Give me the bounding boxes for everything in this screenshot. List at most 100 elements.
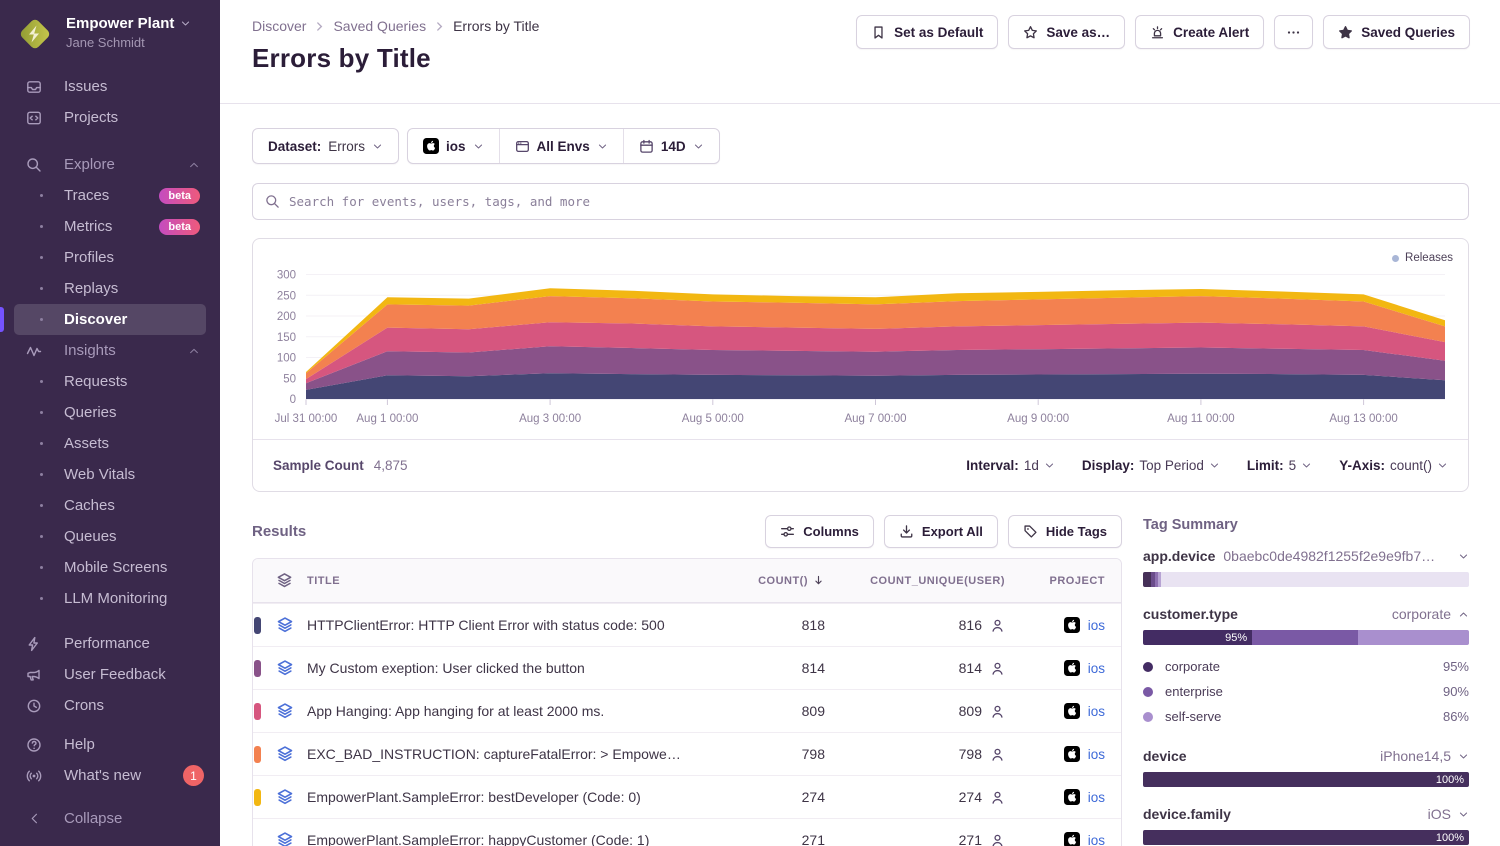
project-filter[interactable]: ios	[408, 129, 499, 163]
search-input[interactable]	[289, 194, 1456, 209]
hide-tags-button[interactable]: Hide Tags	[1008, 515, 1122, 548]
window-icon	[515, 139, 530, 154]
count-cell: 271	[705, 832, 825, 846]
sidebar-item-explore[interactable]: Explore	[14, 149, 206, 180]
limit-dropdown[interactable]: Limit:5	[1247, 458, 1312, 473]
sample-count-label: Sample Count	[273, 458, 364, 473]
sidebar-item-user-feedback[interactable]: User Feedback	[14, 659, 206, 690]
project-link[interactable]: ios	[1088, 790, 1105, 805]
error-title-link[interactable]: HTTPClientError: HTTP Client Error with …	[307, 617, 705, 633]
person-icon	[990, 618, 1005, 633]
apple-icon	[1064, 832, 1080, 846]
apple-icon	[1064, 789, 1080, 805]
environment-filter[interactable]: All Envs	[499, 129, 623, 163]
column-header-count[interactable]: COUNT()	[705, 574, 825, 587]
set-as-default-button[interactable]: Set as Default	[856, 15, 998, 49]
sidebar-item-insights[interactable]: Insights	[14, 335, 206, 366]
svg-text:Jul 31 00:00: Jul 31 00:00	[275, 413, 338, 425]
table-row[interactable]: EmpowerPlant.SampleError: bestDeveloper …	[253, 775, 1121, 818]
search-bar[interactable]	[252, 183, 1469, 220]
tag-section-toggle[interactable]: app.device 0baebc0de4982f1255f2e9e9fb7…	[1143, 548, 1469, 564]
tag-section-toggle[interactable]: customer.type corporate	[1143, 606, 1469, 622]
sidebar-item-crons[interactable]: Crons	[14, 690, 206, 721]
saved-queries-button[interactable]: Saved Queries	[1323, 15, 1470, 49]
sidebar-item-assets[interactable]: Assets	[14, 428, 206, 459]
error-title-link[interactable]: EmpowerPlant.SampleError: bestDeveloper …	[307, 789, 705, 805]
button-label: Saved Queries	[1361, 25, 1455, 40]
dataset-selector[interactable]: Dataset: Errors	[252, 128, 399, 164]
sidebar-item-llm-monitoring[interactable]: LLM Monitoring	[14, 583, 206, 614]
chart-legend-releases[interactable]: Releases	[1392, 252, 1453, 264]
sidebar-item-profiles[interactable]: Profiles	[14, 242, 206, 273]
sidebar-item-discover[interactable]: Discover	[14, 304, 206, 335]
column-header-project[interactable]: PROJECT	[1005, 575, 1105, 587]
error-title-link[interactable]: My Custom exeption: User clicked the but…	[307, 660, 705, 676]
date-range-filter[interactable]: 14D	[623, 129, 719, 163]
table-row[interactable]: EXC_BAD_INSTRUCTION: captureFatalError: …	[253, 732, 1121, 775]
sidebar-item-traces[interactable]: Tracesbeta	[14, 180, 206, 211]
sidebar-item-issues[interactable]: Issues	[14, 71, 206, 102]
org-switcher[interactable]: Empower Plant Jane Schmidt	[0, 0, 220, 63]
series-color-chip	[254, 703, 261, 720]
columns-button[interactable]: Columns	[765, 515, 874, 548]
svg-text:250: 250	[277, 290, 296, 302]
performance-icon	[26, 636, 42, 652]
display-dropdown[interactable]: Display:Top Period	[1082, 458, 1220, 473]
error-title-link[interactable]: EXC_BAD_INSTRUCTION: captureFatalError: …	[307, 746, 705, 762]
error-title-link[interactable]: EmpowerPlant.SampleError: happyCustomer …	[307, 832, 705, 846]
project-link[interactable]: ios	[1088, 618, 1105, 633]
chevron-down-icon	[1044, 460, 1055, 471]
export-all-button[interactable]: Export All	[884, 515, 998, 548]
breadcrumb-discover[interactable]: Discover	[252, 18, 306, 34]
table-row[interactable]: EmpowerPlant.SampleError: happyCustomer …	[253, 818, 1121, 846]
control-label: Y-Axis:	[1339, 458, 1385, 473]
more-options-button[interactable]	[1274, 15, 1313, 49]
sidebar-item-metrics[interactable]: Metricsbeta	[14, 211, 206, 242]
sidebar-item-help[interactable]: Help	[14, 729, 206, 760]
sidebar-item-queues[interactable]: Queues	[14, 521, 206, 552]
chevron-left-icon	[28, 812, 41, 825]
table-row[interactable]: HTTPClientError: HTTP Client Error with …	[253, 603, 1121, 646]
y-axis-dropdown[interactable]: Y-Axis:count()	[1339, 458, 1448, 473]
calendar-icon	[639, 139, 654, 154]
sidebar-item-caches[interactable]: Caches	[14, 490, 206, 521]
svg-text:50: 50	[283, 373, 296, 385]
tag-section-customer-type: customer.type corporate 95%corporate95%e…	[1143, 606, 1469, 729]
tag-section-toggle[interactable]: device iPhone14,5	[1143, 748, 1469, 764]
sidebar-item-web-vitals[interactable]: Web Vitals	[14, 459, 206, 490]
error-title-link[interactable]: App Hanging: App hanging for at least 20…	[307, 703, 705, 719]
sidebar-item-what-s-new[interactable]: What's new1	[14, 760, 206, 791]
breadcrumb-saved-queries[interactable]: Saved Queries	[333, 18, 426, 34]
save-as-button[interactable]: Save as…	[1008, 15, 1125, 49]
control-value: 5	[1289, 458, 1297, 473]
button-label: Hide Tags	[1046, 524, 1107, 539]
create-alert-button[interactable]: Create Alert	[1135, 15, 1264, 49]
project-link[interactable]: ios	[1088, 661, 1105, 676]
insights-icon	[26, 343, 42, 359]
count-unique-cell: 809	[825, 703, 1005, 719]
column-header-title[interactable]: TITLE	[307, 575, 705, 587]
control-label: Interval:	[966, 458, 1019, 473]
tag-legend-item[interactable]: self-serve86%	[1143, 704, 1469, 729]
sidebar-item-requests[interactable]: Requests	[14, 366, 206, 397]
chevron-up-icon	[188, 345, 200, 357]
sidebar-item-replays[interactable]: Replays	[14, 273, 206, 304]
tag-section-toggle[interactable]: device.family iOS	[1143, 806, 1469, 822]
tag-legend-item[interactable]: enterprise90%	[1143, 679, 1469, 704]
sidebar-item-projects[interactable]: Projects	[14, 102, 206, 133]
project-link[interactable]: ios	[1088, 833, 1105, 846]
column-header-count-unique[interactable]: COUNT_UNIQUE(USER)	[825, 575, 1005, 587]
tag-legend-item[interactable]: corporate95%	[1143, 654, 1469, 679]
whats-new-icon	[26, 768, 42, 784]
sidebar-item-queries[interactable]: Queries	[14, 397, 206, 428]
table-row[interactable]: My Custom exeption: User clicked the but…	[253, 646, 1121, 689]
interval-dropdown[interactable]: Interval:1d	[966, 458, 1055, 473]
sidebar-collapse-button[interactable]: Collapse	[0, 803, 220, 834]
sidebar-item-mobile-screens[interactable]: Mobile Screens	[14, 552, 206, 583]
project-link[interactable]: ios	[1088, 704, 1105, 719]
count-cell: 798	[705, 746, 825, 762]
table-row[interactable]: App Hanging: App hanging for at least 20…	[253, 689, 1121, 732]
sidebar-item-performance[interactable]: Performance	[14, 628, 206, 659]
project-link[interactable]: ios	[1088, 747, 1105, 762]
sidebar-item-label: Profiles	[64, 249, 114, 266]
